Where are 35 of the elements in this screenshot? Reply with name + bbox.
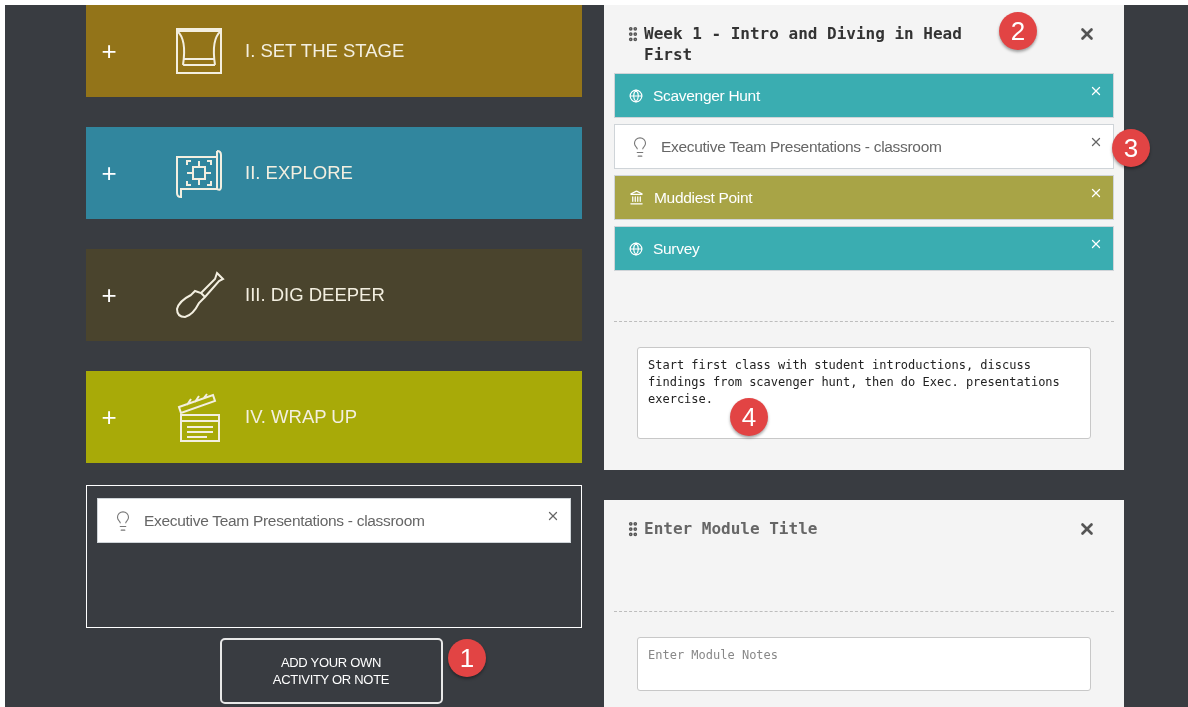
blueprint-icon <box>173 147 225 199</box>
activity-card[interactable]: Survey <box>614 226 1114 271</box>
activity-title: Muddiest Point <box>654 187 753 208</box>
stage-curtain-icon <box>173 25 225 77</box>
activity-card[interactable]: Executive Team Presentations - classroom <box>614 124 1114 169</box>
category-bar[interactable]: + II. EXPLORE <box>86 127 582 219</box>
activity-card[interactable]: Executive Team Presentations - classroom <box>97 498 571 543</box>
category-bar[interactable]: + III. DIG DEEPER <box>86 249 582 341</box>
close-icon[interactable] <box>1078 520 1096 538</box>
globe-icon <box>629 88 643 103</box>
category-title: IV. WRAP UP <box>245 405 358 430</box>
activity-title: Executive Team Presentations - classroom <box>144 510 425 531</box>
close-icon[interactable] <box>1089 135 1103 149</box>
activity-card[interactable]: Muddiest Point <box>614 175 1114 220</box>
module-title[interactable]: Enter Module Title <box>644 518 984 539</box>
expand-toggle[interactable]: + <box>86 397 132 437</box>
expand-toggle[interactable]: + <box>86 31 132 71</box>
activity-title: Executive Team Presentations - classroom <box>661 136 942 157</box>
activity-title: Scavenger Hunt <box>653 85 760 106</box>
expand-toggle[interactable]: + <box>86 275 132 315</box>
category-title: III. DIG DEEPER <box>245 283 385 308</box>
landmark-icon <box>629 190 644 205</box>
notes-field[interactable]: Enter Module Notes <box>637 637 1091 691</box>
expand-toggle[interactable]: + <box>86 153 132 193</box>
add-activity-button[interactable]: ADD YOUR OWN ACTIVITY OR NOTE <box>219 638 443 704</box>
close-icon[interactable] <box>546 509 560 523</box>
activity-card[interactable]: Scavenger Hunt <box>614 73 1114 118</box>
module-title[interactable]: Week 1 - Intro and Diving in Head First <box>644 23 984 65</box>
category-bar[interactable]: + IV. WRAP UP <box>86 371 582 463</box>
category-title: II. EXPLORE <box>245 161 353 186</box>
category-title: I. SET THE STAGE <box>245 39 405 64</box>
activity-title: Survey <box>653 238 700 259</box>
category-bar[interactable]: + I. SET THE STAGE <box>86 5 582 97</box>
close-icon[interactable] <box>1078 25 1096 43</box>
globe-icon <box>629 241 643 256</box>
